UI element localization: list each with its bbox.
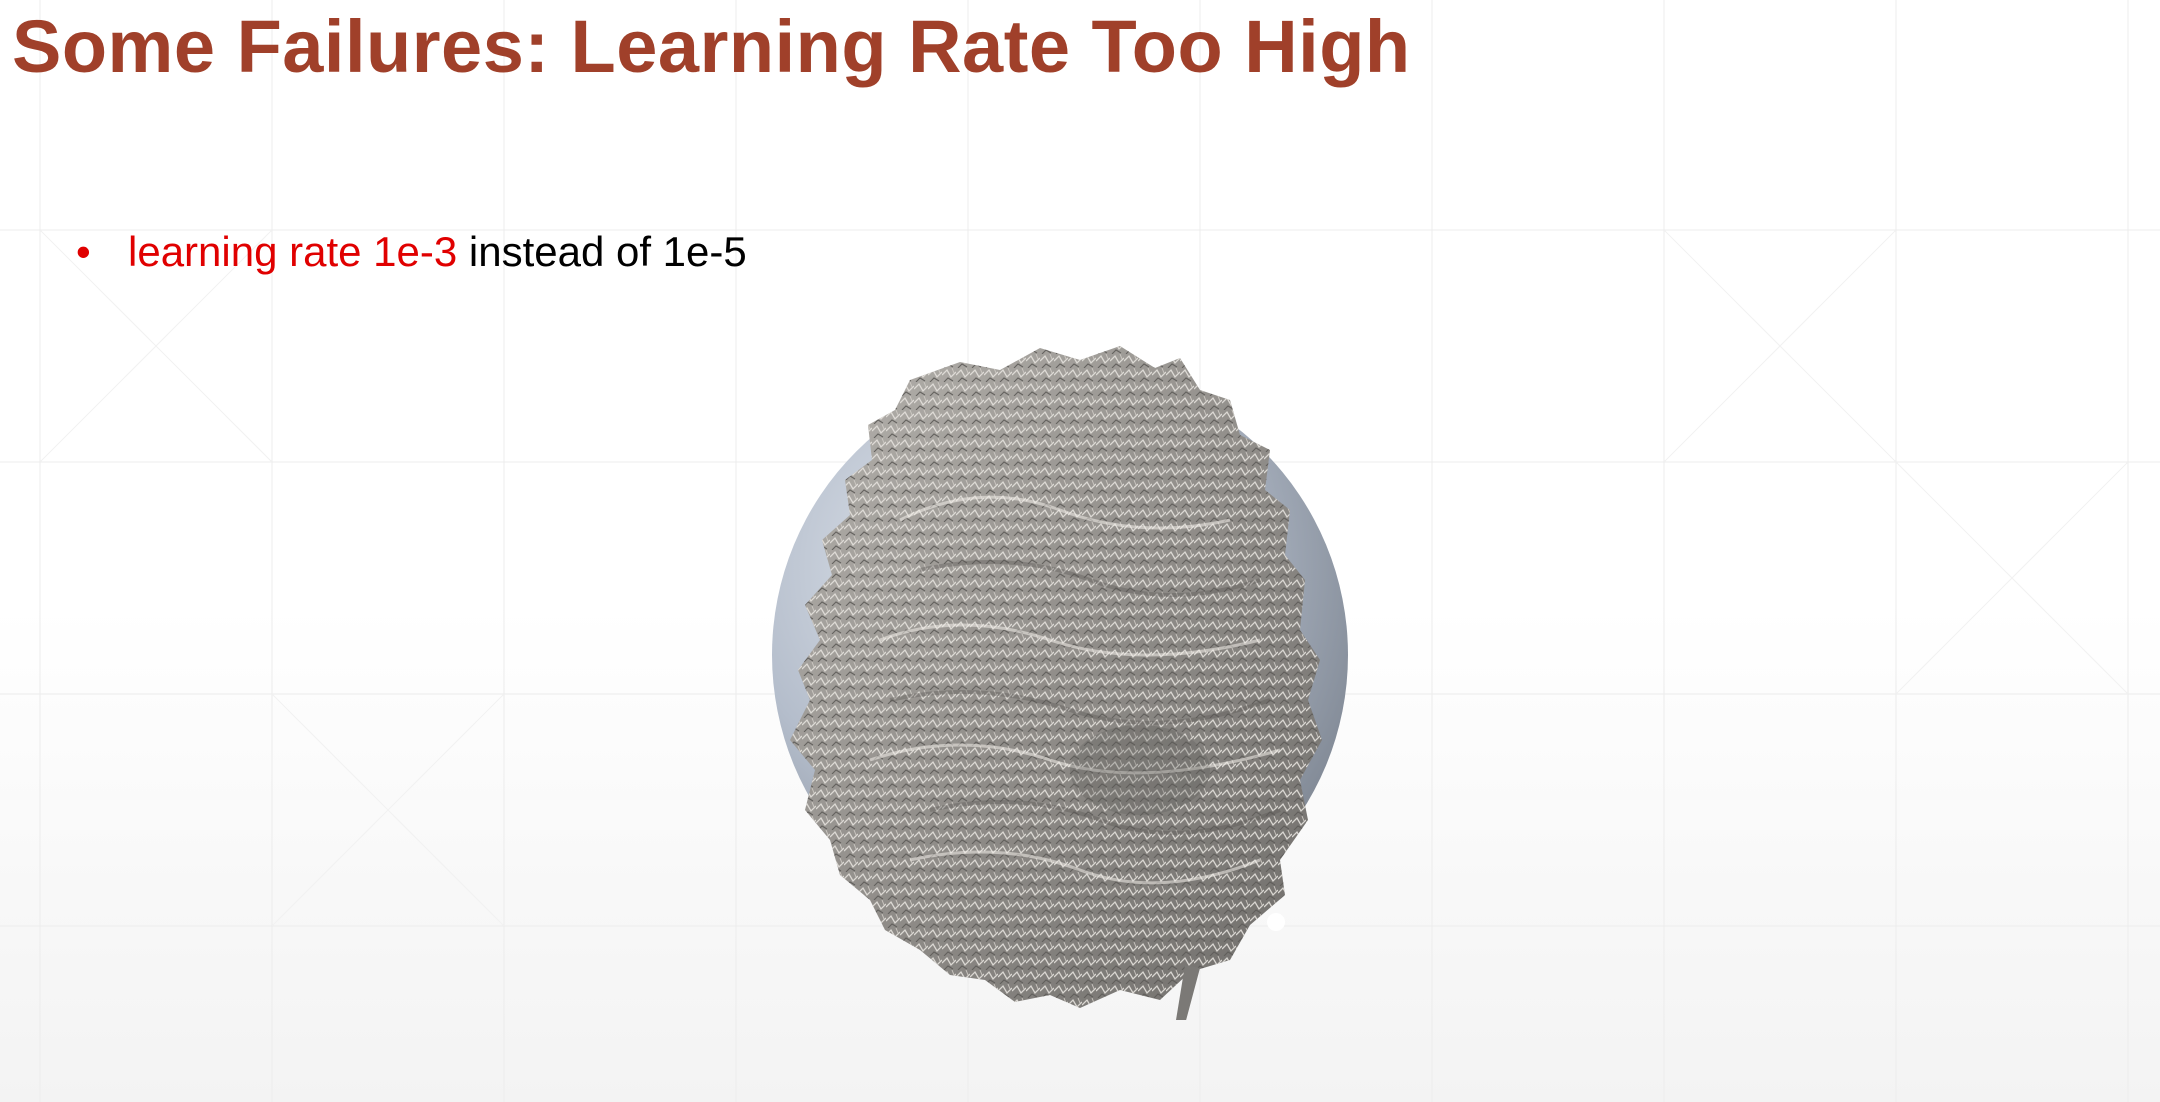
cavity-shadow xyxy=(1070,725,1210,815)
bullet-highlight-text: learning rate 1e-3 xyxy=(128,228,458,275)
bullet-rest-text: instead of 1e-5 xyxy=(457,228,747,275)
slide-title: Some Failures: Learning Rate Too High xyxy=(12,5,1411,88)
bullet-marker: • xyxy=(76,228,91,275)
bullet-item: • learning rate 1e-3 instead of 1e-5 xyxy=(76,228,747,276)
distorted-sphere-mesh-image xyxy=(772,346,1348,1020)
highlight-dot xyxy=(1267,913,1285,931)
